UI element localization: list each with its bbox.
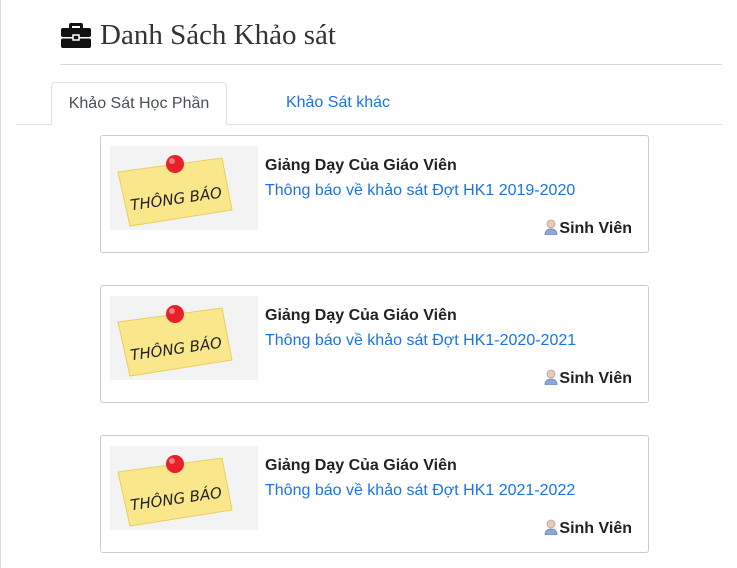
survey-card: THÔNG BÁO Giảng Dạy Của Giáo Viên Thông … <box>100 285 649 403</box>
briefcase-icon <box>61 23 91 48</box>
survey-title: Giảng Dạy Của Giáo Viên <box>265 457 457 474</box>
survey-title: Giảng Dạy Của Giáo Viên <box>265 307 457 324</box>
survey-link[interactable]: Thông báo về khảo sát Đợt HK1 2021-2022 <box>265 482 575 500</box>
user-icon <box>544 519 558 535</box>
user-icon <box>544 219 558 235</box>
audience-label: Sinh Viên <box>544 219 632 238</box>
audience-text: Sinh Viên <box>559 220 632 237</box>
notice-note-icon: THÔNG BÁO <box>110 146 258 230</box>
audience-label: Sinh Viên <box>544 369 632 388</box>
audience-label: Sinh Viên <box>544 519 632 538</box>
page-left-border <box>0 0 1 568</box>
survey-card: THÔNG BÁO Giảng Dạy Của Giáo Viên Thông … <box>100 435 649 553</box>
page-title: Danh Sách Khảo sát <box>100 19 336 51</box>
notice-note-icon: THÔNG BÁO <box>110 446 258 530</box>
audience-text: Sinh Viên <box>559 520 632 537</box>
survey-link[interactable]: Thông báo về khảo sát Đợt HK1 2019-2020 <box>265 182 575 200</box>
audience-text: Sinh Viên <box>559 370 632 387</box>
page-header: Danh Sách Khảo sát <box>60 17 722 65</box>
tab-khao-sat-khac[interactable]: Khảo Sát khác <box>262 82 414 124</box>
survey-link[interactable]: Thông báo về khảo sát Đợt HK1-2020-2021 <box>265 332 576 350</box>
tab-bar: Khảo Sát Học Phần Khảo Sát khác <box>16 82 722 125</box>
notice-note-icon: THÔNG BÁO <box>110 296 258 380</box>
user-icon <box>544 369 558 385</box>
tab-khao-sat-hoc-phan[interactable]: Khảo Sát Học Phần <box>51 82 227 125</box>
survey-card: THÔNG BÁO Giảng Dạy Của Giáo Viên Thông … <box>100 135 649 253</box>
survey-title: Giảng Dạy Của Giáo Viên <box>265 157 457 174</box>
